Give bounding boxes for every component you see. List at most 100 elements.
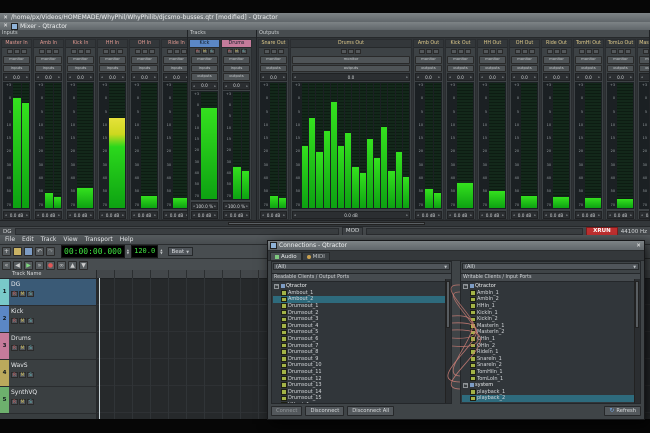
strip-name-button[interactable]: Amb Out [414,40,443,48]
menu-edit[interactable]: Edit [19,235,37,244]
menu-help[interactable]: Help [117,235,137,244]
spinner-left-arrow[interactable]: ◂ [225,84,227,88]
port-row-snarein-2[interactable]: SnareIn_2 [462,362,634,369]
port-row-drumsout-4[interactable]: Drumsout_4 [273,323,445,330]
track-row-drums[interactable]: 3DrumsRMS [0,333,96,360]
spinner-left-arrow[interactable]: ◂ [193,213,195,217]
strip-mini-button[interactable] [21,49,27,54]
spinner-right-arrow[interactable]: ▸ [470,75,472,79]
port-row-drumsout-2[interactable]: Drumsout_2 [273,309,445,316]
strip-gain-spinner[interactable]: ◂0.0 dB▸ [99,211,126,219]
strip-name-button[interactable]: Ride Out [542,40,571,48]
strip-monitor-button[interactable]: monitor [163,56,187,64]
strip-mini-button[interactable] [618,49,624,54]
spinner-right-arrow[interactable]: ▸ [566,75,568,79]
spinner-left-arrow[interactable]: ◂ [577,213,579,217]
strip-pan-spinner[interactable]: ◂0.0▸ [35,73,62,81]
strip-mini-button[interactable] [348,49,354,54]
strip-gain-spinner[interactable]: ◂0.0 dB▸ [131,211,158,219]
spinner-left-arrow[interactable]: ◂ [193,84,195,88]
strip-mini-button[interactable] [264,49,270,54]
strip-pan-spinner[interactable]: ◂0.0▸ [3,73,30,81]
strip-monitor-button[interactable]: monitor [607,56,634,64]
fast-forward-icon[interactable]: » [35,261,44,270]
port-row-ohin-1[interactable]: OHIn_1 [462,336,634,343]
spinner-left-arrow[interactable]: ◂ [641,213,643,217]
strip-mini-button[interactable] [355,49,361,54]
spinner-right-arrow[interactable]: ▸ [598,75,600,79]
spinner-right-arrow[interactable]: ▸ [58,213,60,217]
client-row-system[interactable]: −system [462,382,634,389]
strip-pan-spinner[interactable]: ◂0.0▸ [639,73,649,81]
disconnect-all-button[interactable]: Disconnect All [347,406,394,416]
strip-mini-button[interactable] [110,49,116,54]
track-row-synthvq[interactable]: 5SynthVQRMS [0,387,96,414]
strip-mini-button[interactable] [547,49,553,54]
spinner-left-arrow[interactable]: ◂ [262,213,264,217]
strip-gain-spinner[interactable]: ◂0.0 dB▸ [479,211,506,219]
port-row-drumsout-13[interactable]: Drumsout_13 [273,382,445,389]
port-row-drumsout-6[interactable]: Drumsout_6 [273,336,445,343]
strip-gain-spinner[interactable]: ◂0.0 dB▸ [415,211,442,219]
spinner-right-arrow[interactable]: ▸ [122,75,124,79]
strip-outputs-button[interactable]: outputs [639,65,649,73]
strip-pan-spinner[interactable]: ◂0.0▸ [131,73,158,81]
spinner-right-arrow[interactable]: ▸ [186,213,187,217]
strip-name-button[interactable]: TomHi Out [574,40,603,48]
strip-pan-spinner[interactable]: ◂0.0▸ [292,73,410,81]
strip-monitor-button[interactable]: monitor [191,56,218,64]
strip-mini-button[interactable] [39,49,45,54]
strip-inputs-button[interactable]: inputs [35,65,62,73]
strip-name-button[interactable]: OH Out [510,40,539,48]
spinner-right-arrow[interactable]: ▸ [154,75,156,79]
strip-name-button[interactable]: Kick Out [446,40,475,48]
strip-record-button[interactable]: R [195,49,201,54]
save-session-icon[interactable] [24,247,33,256]
spinner-left-arrow[interactable]: ◂ [5,213,7,217]
port-row-drumsout-11[interactable]: Drumsout_11 [273,369,445,376]
redo-icon[interactable]: ↷ [46,247,55,256]
spinner-right-arrow[interactable]: ▸ [283,75,285,79]
close-icon[interactable]: ✕ [635,243,642,249]
strip-monitor-button[interactable]: monitor [99,56,126,64]
spinner-left-arrow[interactable]: ◂ [545,213,547,217]
port-row-playback-2[interactable]: playback_2 [462,395,634,402]
strip-mini-button[interactable] [271,49,277,54]
expander-icon[interactable]: − [463,383,468,388]
strip-gain-spinner[interactable]: ◂0.0 dB▸ [67,211,94,219]
spinner-left-arrow[interactable]: ◂ [225,213,227,217]
strip-monitor-button[interactable]: monitor [67,56,94,64]
port-row-drumsout-14[interactable]: Drumsout_14 [273,389,445,396]
strip-mini-button[interactable] [135,49,141,54]
tempo-spinner[interactable]: ▲▼ [160,249,162,255]
strip-inputs-button[interactable]: inputs [223,65,250,73]
strip-outputs-button[interactable]: outputs [292,65,410,73]
spinner-right-arrow[interactable]: ▸ [246,213,248,217]
spinner-left-arrow[interactable]: ◂ [449,75,451,79]
strip-monitor-button[interactable]: monitor [479,56,506,64]
time-display[interactable]: 00:00:00.000 [61,245,125,258]
strip-mini-button[interactable] [643,49,649,54]
strip-inputs-button[interactable]: inputs [191,65,218,73]
port-row-drumsout-1[interactable]: Drumsout_1 [273,303,445,310]
spinner-right-arrow[interactable]: ▸ [630,75,632,79]
strip-inputs-button[interactable]: inputs [131,65,158,73]
spinner-left-arrow[interactable]: ◂ [641,75,643,79]
expander-icon[interactable]: − [274,284,279,289]
strip-monitor-button[interactable]: monitor [292,56,410,64]
strip-gain-spinner[interactable]: ◂0.0 dB▸ [292,211,410,219]
strip-outputs-button[interactable]: outputs [223,73,250,81]
spinner-left-arrow[interactable]: ◂ [133,75,135,79]
time-spinner[interactable]: ▲▼ [127,249,129,255]
track-solo-button[interactable]: S [27,345,34,351]
strip-mini-button[interactable] [515,49,521,54]
strip-mini-button[interactable] [625,49,631,54]
strip-name-button[interactable]: Master Out [638,40,649,48]
strip-mini-button[interactable] [85,49,91,54]
strip-mini-button[interactable] [561,49,567,54]
strip-pan-spinner[interactable]: ◂0.0▸ [543,73,570,81]
track-record-button[interactable]: R [11,291,18,297]
strip-outputs-button[interactable]: outputs [447,65,474,73]
spinner-left-arrow[interactable]: ◂ [5,75,7,79]
spinner-left-arrow[interactable]: ◂ [69,75,71,79]
